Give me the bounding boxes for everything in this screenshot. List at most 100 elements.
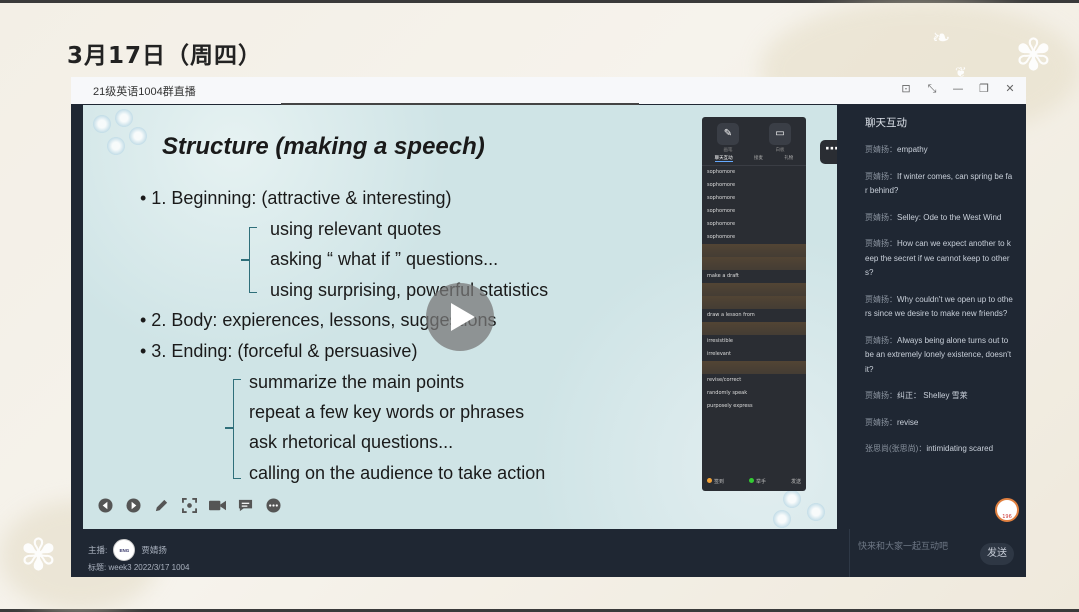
more-icon[interactable]: [265, 497, 282, 514]
embedded-tool[interactable]: ✎ 画笔: [711, 123, 745, 153]
page-title: 3月17日（周四）: [67, 43, 263, 69]
embedded-tool[interactable]: ▭ 白板: [763, 123, 797, 153]
window-title: 21级英语1004群直播: [93, 85, 196, 98]
chat-message-user: 贾婧扬：: [865, 294, 897, 304]
stream-tag: 标题: week3 2022/3/17 1004: [88, 562, 189, 573]
restore-icon[interactable]: ❐: [978, 82, 990, 96]
chat-input[interactable]: 快来和大家一起互动吧: [858, 539, 948, 552]
divider: [849, 529, 850, 577]
embedded-tabs: 聊天互动 接麦 礼物: [702, 152, 806, 166]
chat-message-text: empathy: [897, 145, 928, 154]
play-button[interactable]: [426, 283, 494, 351]
chat-message-text: Selley: Ode to the West Wind: [897, 212, 1002, 222]
flower-decoration: [93, 115, 111, 133]
close-icon[interactable]: ✕: [1004, 82, 1016, 96]
tag-value: week3 2022/3/17 1004: [108, 563, 190, 572]
embedded-toolbar: ✎ 画笔 ▭ 白板: [702, 117, 806, 153]
chat-message: 贾婧扬：revise: [850, 416, 1026, 431]
embedded-message: sophomore: [702, 192, 806, 205]
embedded-tab[interactable]: 聊天互动: [714, 155, 733, 162]
viewer-avatar[interactable]: 196: [995, 498, 1019, 522]
embedded-message-text: irresistible: [707, 338, 733, 344]
chat-message-list[interactable]: 贾婧扬：empathy 贾婧扬：If winter comes, can spri…: [850, 143, 1026, 457]
embedded-message: sophomore: [702, 166, 806, 179]
slide-title: Structure (making a speech): [162, 133, 485, 160]
flower-decoration: [783, 490, 801, 508]
signin-button[interactable]: 签到: [707, 478, 724, 485]
pin-icon[interactable]: ⊡: [900, 82, 912, 96]
embedded-message: sophomore: [702, 179, 806, 192]
raise-hand-button[interactable]: 举手: [748, 478, 766, 485]
chat-message-user: 贾婧扬：: [865, 335, 897, 345]
embedded-message-list: sophomore sophomore sophomore sophomore soph…: [702, 166, 806, 413]
embedded-tool-label: 画笔: [723, 148, 733, 153]
embedded-message-text: sophomore: [707, 182, 736, 188]
send-button[interactable]: 发送: [980, 543, 1014, 565]
embedded-message: purposely express: [702, 400, 806, 413]
embedded-message: sophomore: [702, 205, 806, 218]
slide-subitem: summarize the main points: [249, 372, 465, 392]
prev-icon[interactable]: [97, 497, 114, 514]
avatar[interactable]: ENG: [113, 539, 136, 561]
chat-panel: 聊天互动 贾婧扬：empathy 贾婧扬：If winter comes, can…: [850, 105, 1026, 529]
window-titlebar: 21级英语1004群直播 ⊡ ⤡ — ❐ ✕: [71, 77, 1026, 104]
embedded-message: randomly speak: [702, 387, 806, 400]
viewer-count: 196: [1002, 514, 1012, 520]
embedded-message-text: sophomore: [707, 195, 736, 201]
embedded-message: draw a lesson from: [702, 309, 806, 322]
brush-icon: ✎: [717, 123, 739, 145]
bottom-bar: 主播: ENG 贾婧扬 标题: week3 2022/3/17 1004 快来和…: [71, 529, 1026, 577]
embedded-message-text: sophomore: [707, 221, 736, 227]
embedded-send-button[interactable]: 发送: [791, 478, 801, 485]
chat-message: 贾婧扬：纠正： Shelley 雪莱: [850, 389, 1026, 404]
chat-message: 贾婧扬：If winter comes, can spring be far b…: [850, 170, 1026, 199]
chat-message: 贾婧扬：Always being alone turns out to be a…: [850, 334, 1026, 378]
chat-message-user: 贾婧扬：: [865, 391, 897, 400]
bracket-decoration: [241, 259, 249, 261]
pen-icon[interactable]: [153, 497, 170, 514]
signin-label: 签到: [714, 479, 725, 485]
play-icon: [451, 303, 475, 331]
next-icon[interactable]: [125, 497, 142, 514]
chat-message: 贾婧扬：Selley: Ode to the West Wind: [850, 211, 1026, 226]
minimize-icon[interactable]: —: [952, 82, 964, 96]
chat-title: 聊天互动: [865, 117, 907, 129]
chat-message-text: 纠正： Shelley 雪莱: [897, 391, 968, 400]
embedded-tab[interactable]: 接麦: [754, 155, 763, 162]
chat-message: 贾婧扬：How can we expect another to keep th…: [850, 237, 1026, 281]
video-player[interactable]: Structure (making a speech) • 1. Beginni…: [83, 105, 837, 529]
live-window: 21级英语1004群直播 ⊡ ⤡ — ❐ ✕ Structure (making…: [71, 77, 1026, 577]
embedded-tab[interactable]: 礼物: [784, 155, 793, 162]
embedded-message-text: sophomore: [707, 169, 736, 175]
player-controls: [97, 497, 282, 514]
slide-subitem: repeat a few key words or phrases: [249, 402, 525, 422]
chat-message-user: 贾婧扬：: [865, 145, 897, 154]
embedded-message: [702, 257, 806, 270]
chat-message-user: 贾婧扬：: [865, 239, 897, 248]
shrink-icon[interactable]: ⤡: [926, 82, 938, 96]
bracket-decoration: [249, 227, 257, 293]
leaf-decoration-icon: ✾: [1015, 30, 1052, 81]
embedded-message: [702, 322, 806, 335]
slide-bullet: • 3. Ending: (forceful & persuasive): [140, 341, 418, 361]
slide-bullet: • 1. Beginning: (attractive & interestin…: [140, 188, 452, 208]
window-controls: ⊡ ⤡ — ❐ ✕: [900, 82, 1016, 96]
chat-message-user: 张思尚(张思尚)：: [865, 444, 927, 453]
embedded-message: [702, 361, 806, 374]
chat-message-text: intimidating scared: [926, 444, 994, 453]
camera-icon[interactable]: [209, 497, 226, 514]
screenshot-icon[interactable]: [181, 497, 198, 514]
host-info: 主播: ENG 贾婧扬: [88, 539, 167, 561]
tag-label: 标题:: [88, 563, 107, 572]
chat-message-user: 贾婧扬：: [865, 417, 897, 427]
chat-message: 贾婧扬：Why couldn't we open up to others si…: [850, 293, 1026, 322]
flower-decoration: [773, 510, 791, 528]
chat-message: 张思尚(张思尚)：intimidating scared: [850, 442, 1026, 457]
embedded-message-text: irrelevant: [707, 351, 731, 357]
embedded-footer: 签到 举手 发送: [707, 478, 801, 485]
comment-icon[interactable]: [237, 497, 254, 514]
embedded-message: [702, 244, 806, 257]
slide-subitem: using surprising, powerful statistics: [270, 280, 549, 300]
flower-decoration: [807, 503, 825, 521]
more-options-button[interactable]: ⋯: [820, 140, 837, 164]
